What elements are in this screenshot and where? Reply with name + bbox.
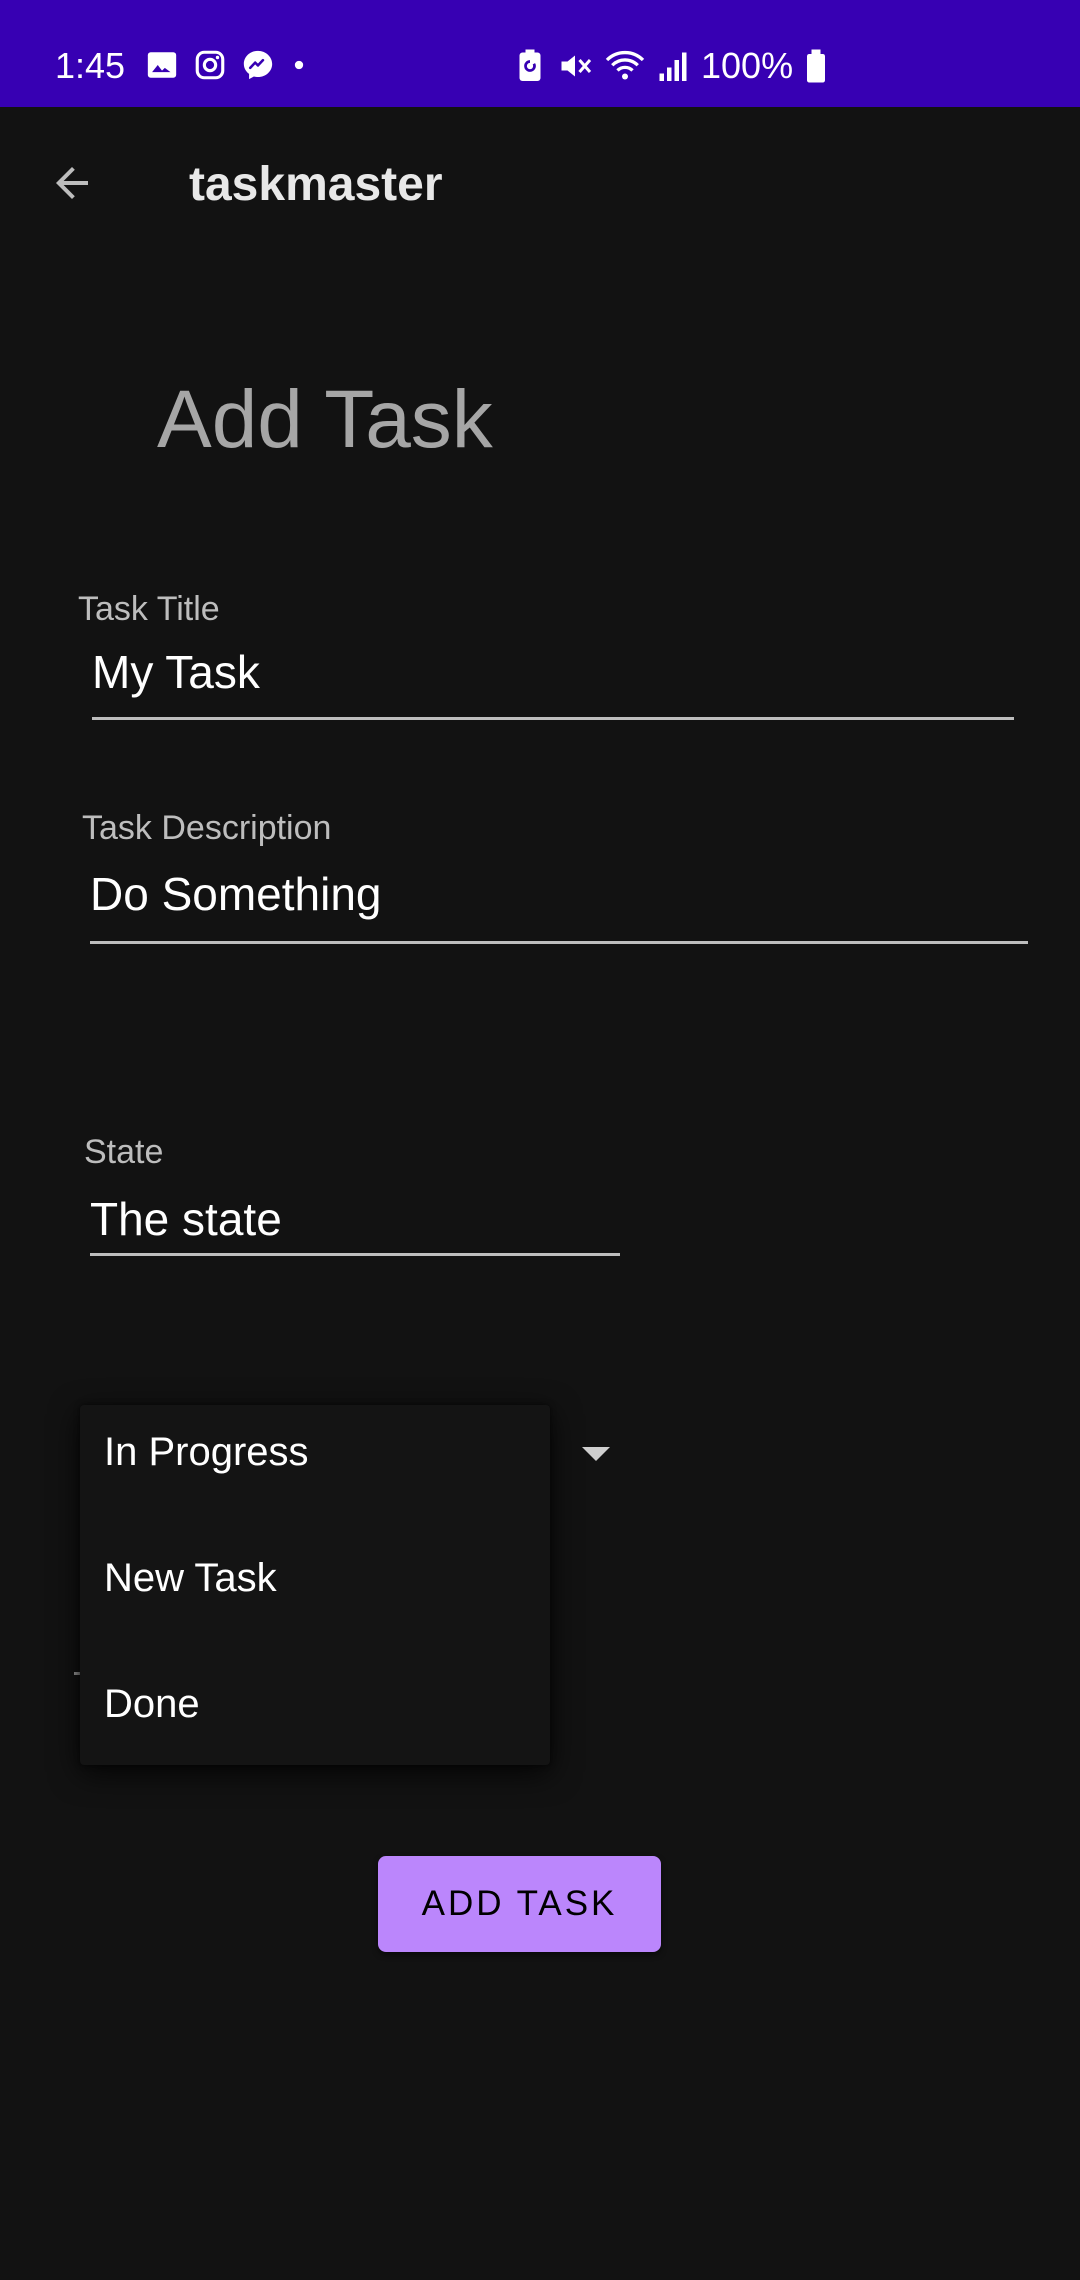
signal-icon [659,52,687,81]
system-status: 100% [515,44,827,88]
wifi-icon [605,50,645,80]
state-input[interactable]: The state [90,1191,618,1247]
battery-icon [807,49,826,83]
dot-icon [294,60,304,70]
task-description-label: Task Description [82,809,332,847]
arrow-back-icon [56,167,88,199]
dropdown-arrow-icon[interactable] [582,1447,610,1461]
status-bar: 1:45 100% [0,0,1080,107]
gallery-icon [147,52,177,78]
battery-percent: 100% [701,45,794,86]
task-title-input[interactable]: My Task [92,644,1012,700]
back-button[interactable] [36,147,108,219]
add-task-button[interactable]: ADD TASK [378,1856,661,1952]
dropdown-option-done[interactable]: Done [104,1679,200,1729]
messenger-icon [243,50,273,80]
status-dropdown-menu: In Progress New Task Done [80,1405,550,1765]
instagram-icon [195,50,225,80]
task-title-label: Task Title [78,590,220,628]
state-label: State [84,1133,164,1171]
app-title: taskmaster [189,158,443,211]
app-bar: taskmaster [0,107,1080,257]
task-title-underline [92,717,1014,720]
state-underline [90,1253,620,1256]
page-title: Add Task [157,374,493,465]
dropdown-option-new-task[interactable]: New Task [104,1553,277,1603]
task-description-underline [90,941,1028,944]
dropdown-option-in-progress[interactable]: In Progress [104,1427,309,1477]
notification-icons [145,48,309,82]
mute-icon [561,55,592,77]
status-time: 1:45 [55,45,126,86]
task-description-input[interactable]: Do Something [90,866,1025,922]
battery-saver-icon [519,49,541,81]
